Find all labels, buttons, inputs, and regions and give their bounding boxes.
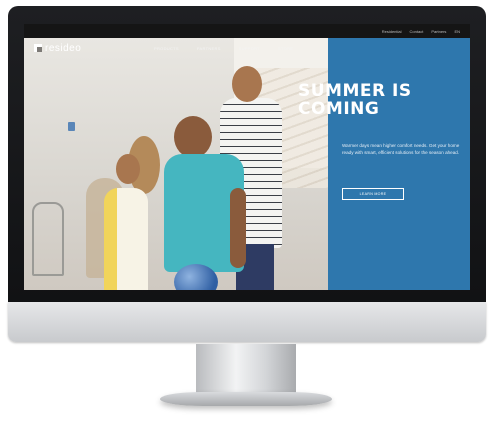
- site-logo[interactable]: resideo: [34, 43, 81, 54]
- hero-panel: SUMMER IS COMING Warmer days mean higher…: [298, 38, 470, 290]
- hero-headline: SUMMER IS COMING: [298, 81, 412, 119]
- nav-item-partners[interactable]: PARTNERS: [197, 46, 221, 51]
- topbar-link-contact[interactable]: Contact: [410, 29, 424, 34]
- monitor-stand-base: [160, 392, 332, 406]
- topbar-link-residential[interactable]: Residential: [382, 29, 402, 34]
- boy-arm: [230, 188, 246, 268]
- monitor: Residential Contact Partners EN resideo …: [8, 6, 486, 344]
- thermostat-device: [68, 122, 75, 131]
- boy-head: [174, 116, 212, 158]
- learn-more-button[interactable]: LEARN MORE: [342, 188, 404, 200]
- lantern-decor: [32, 202, 64, 276]
- nav-item-store[interactable]: STORE: [278, 46, 293, 51]
- girl-figure: [104, 188, 148, 290]
- girl-head: [116, 154, 140, 184]
- monitor-stand-neck: [196, 344, 296, 394]
- logo-text: resideo: [45, 42, 82, 54]
- hero-body-text: Warmer days mean higher comfort needs. G…: [342, 143, 460, 155]
- monitor-screen: Residential Contact Partners EN resideo …: [24, 24, 470, 290]
- father-head: [232, 66, 262, 102]
- nav-item-products[interactable]: PRODUCTS: [154, 46, 179, 51]
- topbar-link-partners[interactable]: Partners: [431, 29, 446, 34]
- logo-square-icon: [34, 44, 42, 52]
- hero-photo: [24, 38, 328, 290]
- topbar-link-language[interactable]: EN: [454, 29, 460, 34]
- nav-item-support[interactable]: SUPPORT: [239, 46, 260, 51]
- primary-nav: PRODUCTS PARTNERS SUPPORT STORE: [154, 46, 293, 51]
- monitor-bezel: Residential Contact Partners EN resideo …: [8, 6, 486, 302]
- monitor-chin: [8, 302, 486, 342]
- utility-topbar: Residential Contact Partners EN: [24, 24, 470, 38]
